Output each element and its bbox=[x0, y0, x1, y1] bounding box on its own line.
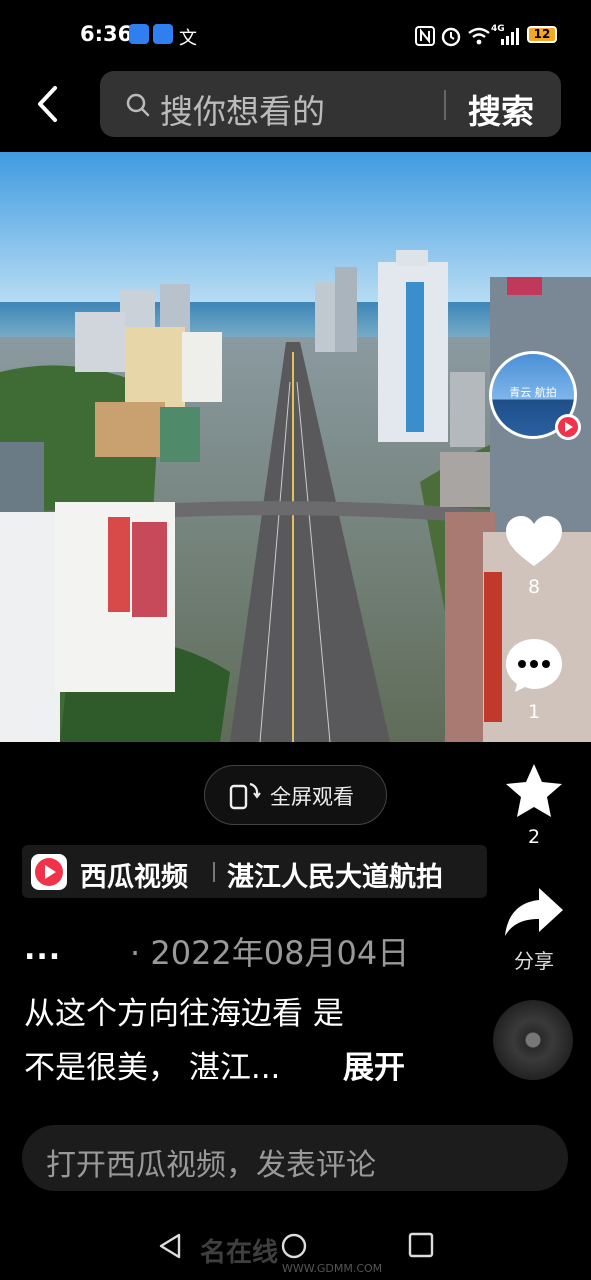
nfc-icon bbox=[415, 26, 435, 46]
favorite-icon[interactable] bbox=[504, 762, 564, 820]
status-bar: 6:36 文 4G 12 bbox=[0, 0, 591, 70]
video-player[interactable] bbox=[0, 152, 591, 742]
site-watermark: 名在线 bbox=[200, 1238, 279, 1268]
avatar-text: 青云 航拍 bbox=[509, 386, 557, 399]
xigua-badge bbox=[555, 414, 581, 440]
wifi-icon bbox=[468, 27, 490, 45]
publish-date: · 2022年08月04日 bbox=[130, 934, 410, 972]
video-title: 湛江人民大道航拍 bbox=[227, 862, 443, 893]
nav-home-icon[interactable] bbox=[280, 1232, 308, 1260]
comment-input[interactable]: 打开西瓜视频，发表评论 bbox=[46, 1140, 376, 1184]
author-name-truncated[interactable]: ... bbox=[24, 932, 61, 967]
like-count: 8 bbox=[527, 576, 541, 598]
nav-back-icon[interactable] bbox=[157, 1232, 183, 1260]
cloud-app-icon bbox=[129, 24, 149, 44]
back-icon[interactable] bbox=[30, 82, 70, 126]
signal-icon bbox=[501, 28, 519, 45]
comment-icon[interactable] bbox=[504, 636, 564, 694]
search-divider bbox=[444, 90, 446, 120]
fullscreen-button[interactable]: 全屏观看 bbox=[204, 765, 387, 825]
play-badge-icon bbox=[558, 417, 578, 437]
site-watermark-url: WWW.GDMM.COM bbox=[282, 1262, 383, 1275]
battery-icon: 12 bbox=[527, 26, 557, 43]
description-line-2: 不是很美， 湛江... bbox=[24, 1050, 281, 1086]
alarm-icon bbox=[441, 27, 461, 47]
fullscreen-label: 全屏观看 bbox=[270, 785, 354, 809]
source-app-name: 西瓜视频 bbox=[80, 862, 188, 893]
status-time: 6:36 bbox=[80, 22, 133, 46]
xigua-logo-icon bbox=[31, 854, 67, 890]
favorite-count: 2 bbox=[527, 826, 541, 848]
music-disc[interactable] bbox=[493, 1000, 573, 1080]
rotate-screen-icon bbox=[229, 782, 261, 810]
search-bar[interactable]: 搜你想看的 搜索 bbox=[100, 71, 561, 137]
nav-recents-icon[interactable] bbox=[408, 1232, 434, 1258]
comment-bar[interactable]: 打开西瓜视频，发表评论 bbox=[22, 1125, 568, 1191]
share-icon[interactable] bbox=[503, 886, 565, 938]
notification-app-icon bbox=[153, 24, 173, 44]
description-line-1: 从这个方向往海边看 是 bbox=[24, 996, 344, 1032]
text-app-icon: 文 bbox=[179, 28, 197, 49]
source-divider bbox=[213, 862, 215, 882]
like-icon[interactable] bbox=[504, 514, 564, 570]
source-bar[interactable]: 西瓜视频 湛江人民大道航拍 bbox=[22, 845, 487, 898]
expand-button[interactable]: 展开 bbox=[343, 1042, 405, 1087]
search-input[interactable]: 搜你想看的 bbox=[160, 85, 325, 133]
search-icon bbox=[126, 93, 150, 117]
comment-count: 1 bbox=[527, 701, 541, 723]
share-label[interactable]: 分享 bbox=[504, 945, 564, 974]
search-button[interactable]: 搜索 bbox=[468, 85, 534, 133]
